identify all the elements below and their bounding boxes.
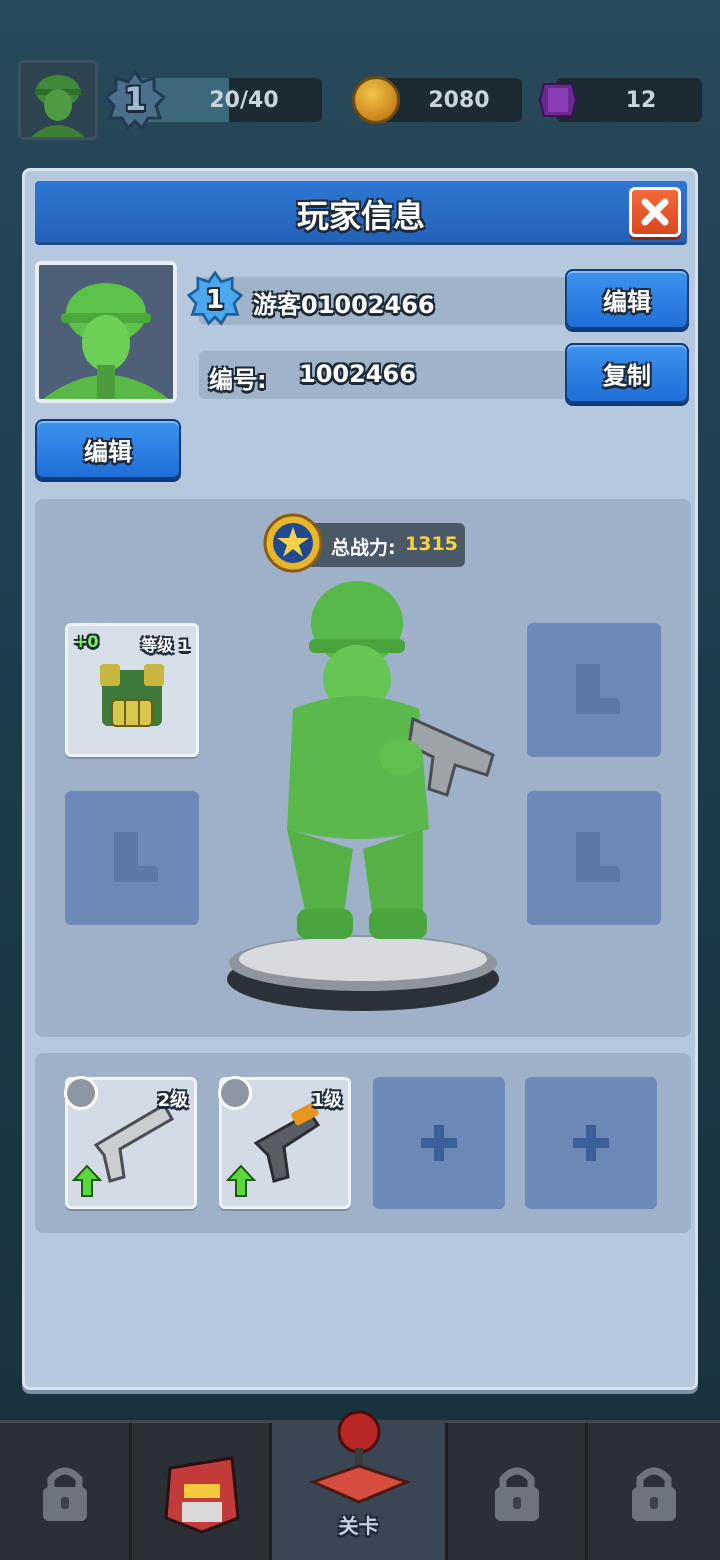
lock-icon [42, 1467, 87, 1521]
power-label: 总战力: [331, 537, 396, 559]
weapon-type-rifle-icon [218, 1076, 252, 1110]
xp-text: 20/40 [209, 87, 279, 113]
weapon-level: 1级 [311, 1090, 342, 1111]
armor-bonus: +0 [74, 632, 99, 651]
nav-active-label: 关卡 [338, 1513, 379, 1538]
boots-slot-right-bottom[interactable] [527, 791, 661, 925]
player-avatar-thumbnail[interactable] [18, 60, 98, 140]
player-id-field: 编号: 1002466 [199, 351, 567, 399]
gem-icon [538, 83, 578, 117]
weapon-slot-1[interactable]: 2级 [64, 1076, 197, 1209]
coin-amount: 2080 [428, 87, 490, 113]
bottom-navigation: 关卡 [0, 1410, 720, 1560]
player-level-number: 1 [206, 285, 225, 315]
weapon-slot-2[interactable]: 1级 [218, 1076, 351, 1209]
close-button[interactable] [629, 187, 681, 237]
panel-title: 玩家信息 [296, 197, 425, 235]
robot-head-icon [163, 1456, 240, 1534]
add-icon [573, 1125, 609, 1161]
player-id-value: 1002466 [299, 360, 416, 388]
coin-icon [352, 76, 400, 124]
nav-item-stages[interactable]: 关卡 [272, 1410, 448, 1560]
nav-item-locked-1[interactable] [0, 1423, 132, 1560]
boot-icon [576, 832, 620, 882]
weapon-level: 2级 [157, 1090, 188, 1111]
joystick-icon [308, 1410, 411, 1504]
copy-id-button[interactable]: 复制 [565, 343, 689, 403]
power-value: 1315 [405, 533, 458, 555]
soldier-figure [227, 581, 499, 1011]
lock-icon [632, 1467, 676, 1521]
profile-avatar[interactable] [35, 261, 177, 403]
upgrade-arrow-icon [226, 1164, 256, 1197]
edit-avatar-button[interactable]: 编辑 [35, 419, 181, 479]
player-level-number: 1 [124, 80, 147, 118]
nav-item-robot[interactable] [132, 1423, 272, 1560]
weapon-type-pistol-icon [64, 1076, 98, 1110]
nav-item-locked-3[interactable] [588, 1423, 720, 1560]
boots-slot-right-top[interactable] [527, 623, 661, 757]
boot-icon [576, 664, 620, 714]
upgrade-arrow-icon [72, 1164, 102, 1197]
player-name-field: 1 游客01002466 [187, 271, 567, 326]
close-icon [641, 198, 669, 226]
edit-name-button[interactable]: 编辑 [565, 269, 689, 329]
boot-icon [114, 832, 158, 882]
boots-slot-left[interactable] [65, 791, 199, 925]
weapon-slot-empty-4[interactable] [525, 1077, 657, 1209]
weapon-slots-area: 2级 1级 [35, 1053, 691, 1233]
armor-slot[interactable]: +0 等级 1 [65, 623, 199, 757]
add-icon [421, 1125, 457, 1161]
panel-header: 玩家信息 [35, 181, 687, 245]
player-id-label: 编号: [209, 366, 267, 394]
hero-equipment-area: 总战力: 1315 +0 等级 1 [35, 499, 691, 1037]
weapon-slot-empty-3[interactable] [373, 1077, 505, 1209]
top-status-bar: 20/40 1 2080 12 [0, 58, 720, 148]
star-medal-icon [263, 513, 323, 573]
nav-item-locked-2[interactable] [448, 1423, 588, 1560]
armor-level: 等级 1 [141, 636, 190, 655]
lock-icon [494, 1467, 539, 1521]
gem-amount: 12 [625, 87, 657, 113]
player-name: 游客01002466 [253, 291, 435, 319]
player-info-panel: 玩家信息 1 游客01002466 编辑 编号: 1002466 复制 编辑 总… [22, 168, 698, 1390]
